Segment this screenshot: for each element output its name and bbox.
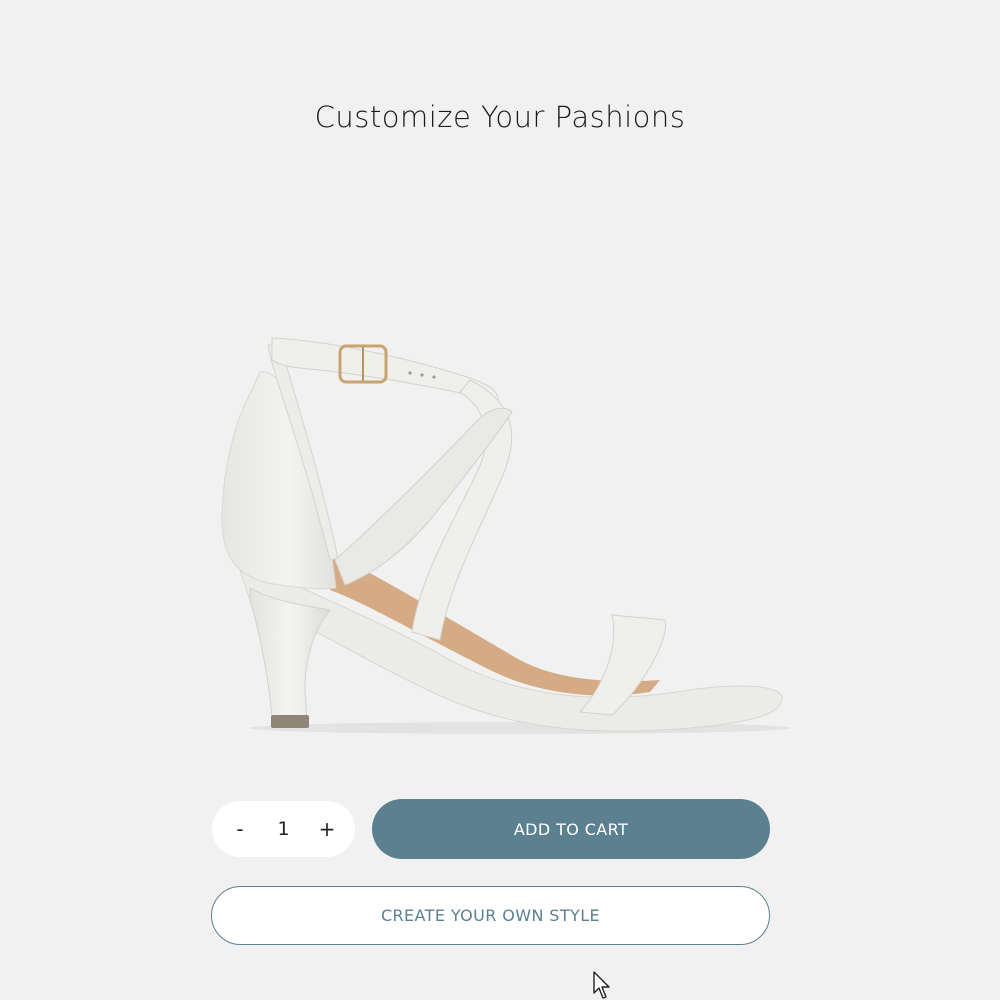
create-your-own-style-button[interactable]: CREATE YOUR OWN STYLE — [211, 886, 770, 945]
quantity-stepper: - 1 + — [212, 801, 355, 857]
quantity-value[interactable]: 1 — [264, 818, 304, 840]
heel-tip — [271, 715, 309, 728]
product-image — [221, 337, 790, 734]
heel — [249, 587, 331, 719]
increment-button[interactable]: + — [309, 809, 345, 849]
add-to-cart-button[interactable]: ADD TO CART — [372, 799, 770, 859]
decrement-button[interactable]: - — [222, 809, 258, 849]
page-title: Customize Your Pashions — [314, 100, 686, 134]
mouse-pointer-icon — [593, 971, 610, 999]
